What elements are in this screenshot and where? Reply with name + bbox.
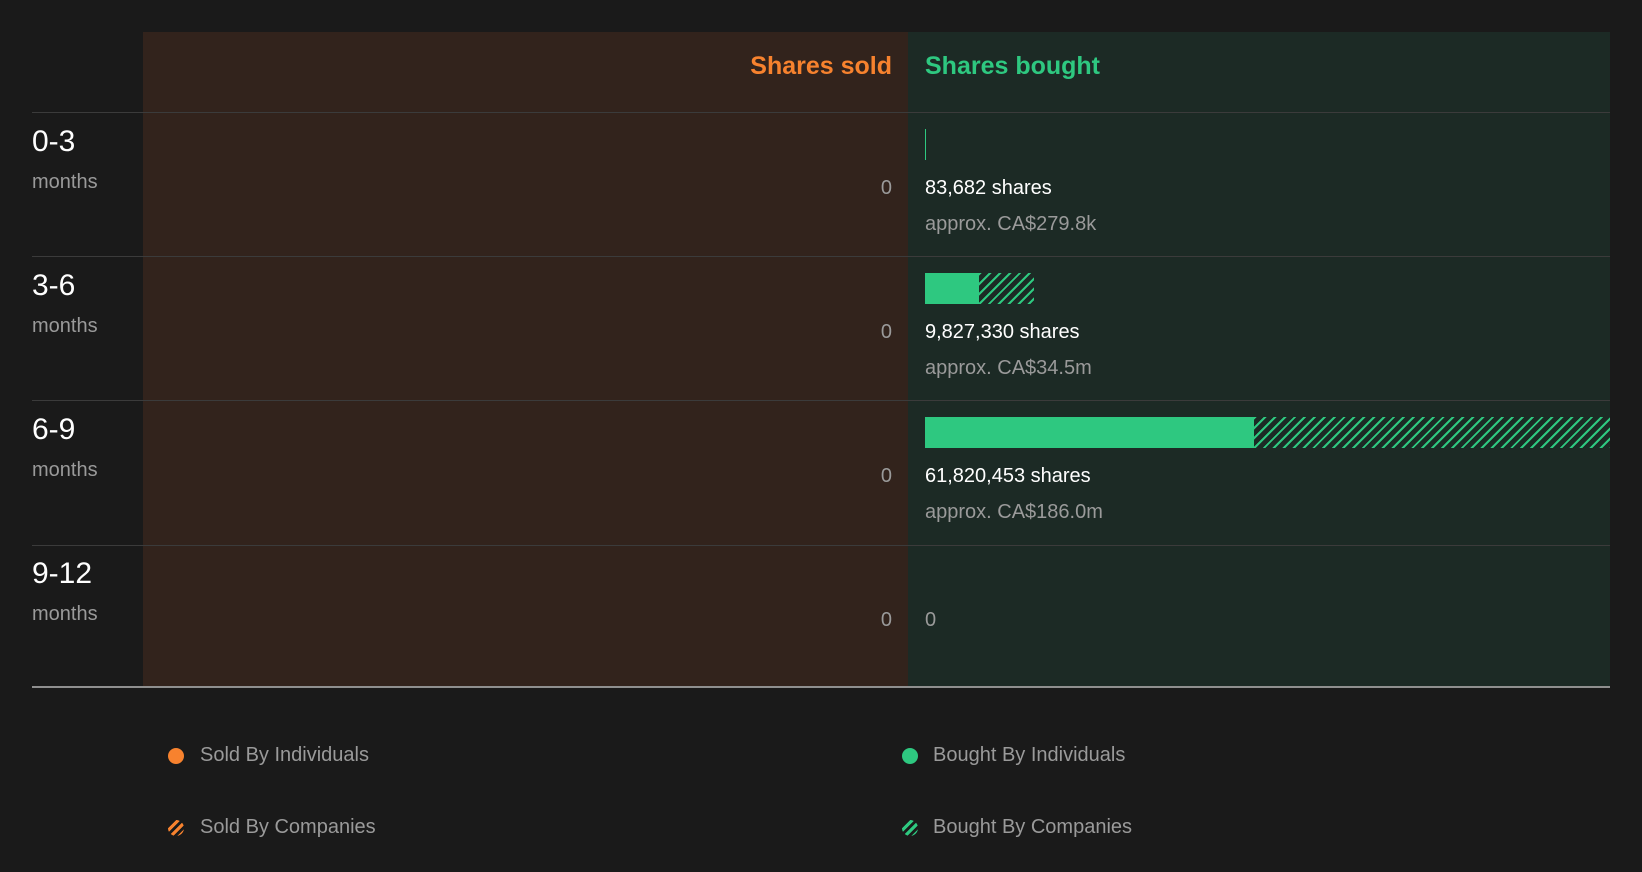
bar-bought-companies (1254, 417, 1610, 448)
sold-value: 0 (880, 465, 892, 487)
bought-approx-value: approx. CA$279.8k (925, 213, 1097, 235)
sold-value: 0 (880, 177, 892, 199)
chart-row: 6-9 months 0 61,820,453 shares approx. C… (0, 401, 1642, 545)
period-unit: months (32, 171, 98, 193)
chart-row: 3-6 months 0 9,827,330 shares approx. CA… (0, 257, 1642, 401)
legend-sold-companies: Sold By Companies (200, 816, 376, 838)
period-range: 6-9 (32, 413, 76, 446)
bought-shares: 83,682 shares (925, 177, 1052, 199)
legend-bought-individuals: Bought By Individuals (933, 744, 1126, 766)
bought-shares: 61,820,453 shares (925, 465, 1091, 487)
bought-companies-legend-icon (902, 820, 918, 836)
bought-individuals-legend-icon (902, 748, 918, 764)
chart-row: 9-12 months 0 0 (0, 545, 1642, 689)
period-range: 3-6 (32, 269, 76, 302)
bar-bought-individuals (925, 417, 1255, 448)
sold-companies-legend-icon (168, 820, 184, 836)
sold-value: 0 (880, 609, 892, 631)
period-range: 0-3 (32, 125, 76, 158)
shares-bought-header: Shares bought (925, 52, 1101, 80)
sold-value: 0 (880, 321, 892, 343)
legend-sold-individuals: Sold By Individuals (200, 744, 369, 766)
bar-bought-individuals (925, 129, 926, 160)
legend-bought-companies: Bought By Companies (933, 816, 1133, 838)
bought-approx-value: approx. CA$186.0m (925, 501, 1103, 523)
sold-individuals-legend-icon (168, 748, 184, 764)
bar-bought-companies (979, 273, 1034, 304)
period-unit: months (32, 603, 98, 625)
bought-approx-value: approx. CA$34.5m (925, 357, 1092, 379)
period-range: 9-12 (32, 557, 93, 590)
shares-sold-header: Shares sold (750, 52, 892, 80)
period-unit: months (32, 315, 98, 337)
period-unit: months (32, 459, 98, 481)
bought-value-zero: 0 (925, 609, 937, 631)
chart-row: 0-3 months 0 83,682 shares approx. CA$27… (0, 113, 1642, 257)
bought-shares: 9,827,330 shares (925, 321, 1080, 343)
bar-bought-individuals (925, 273, 980, 304)
